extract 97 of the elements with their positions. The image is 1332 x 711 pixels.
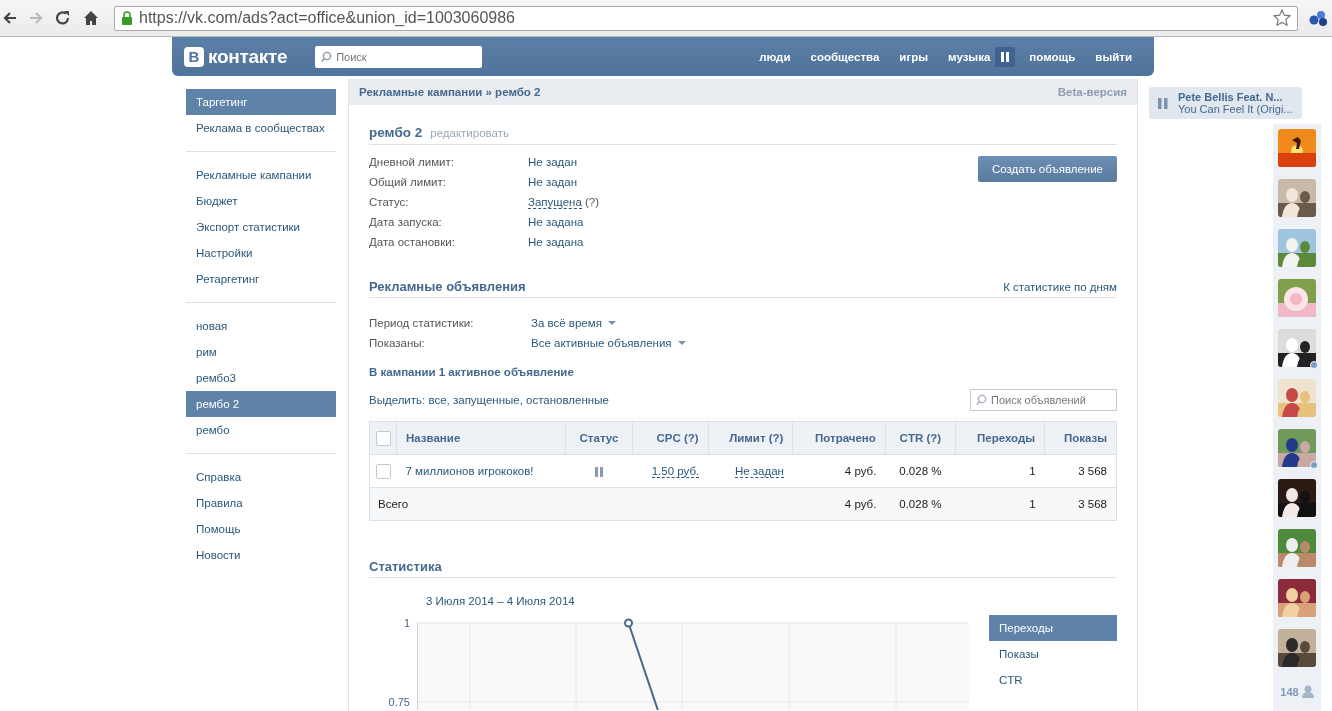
column-header[interactable]: Потрачено (792, 421, 886, 455)
nav-link[interactable]: игры (889, 50, 939, 63)
table-cell: 1 (1029, 498, 1036, 510)
sidebar-item[interactable]: Правила (186, 490, 336, 516)
search-icon (321, 50, 333, 63)
select-all-checkbox[interactable] (376, 430, 391, 446)
sidebar-item[interactable]: рембо3 (186, 365, 336, 391)
section-title: Статистика (369, 559, 442, 574)
table-cell: 3 568 (1078, 465, 1107, 477)
logo-text[interactable]: контакте (208, 45, 288, 68)
sidebar-item[interactable]: Новости (186, 542, 336, 568)
tick-label: 0.75 (388, 696, 410, 708)
reload-icon[interactable] (54, 9, 72, 27)
sidebar-item[interactable]: Бюджет (186, 188, 336, 214)
data-point (624, 618, 633, 628)
search-icon (976, 394, 987, 406)
table-cell: 1 (1029, 465, 1036, 477)
url-text: https://vk.com/ads?act=office&union_id=1003060986 (139, 9, 516, 27)
sidebar-item[interactable]: Помощь (186, 516, 336, 542)
field-label: Общий лимит: (369, 176, 447, 188)
sidebar-item[interactable]: рембо 2 (186, 391, 336, 417)
field-value: Не задан (528, 176, 578, 188)
column-header[interactable]: Название (396, 421, 566, 455)
lock-icon (121, 10, 133, 26)
field-value: Не задан (528, 156, 578, 168)
status-link[interactable]: Запущена (528, 196, 582, 209)
table-cell: 0.028 % (899, 498, 942, 510)
ad-name-link[interactable]: 7 миллионов игрококов! (405, 465, 534, 477)
sidebar-item[interactable]: Справка (186, 464, 336, 490)
table-cell: 4 руб. (844, 465, 877, 477)
metric-tab[interactable]: Переходы (989, 615, 1117, 641)
pause-icon (1001, 51, 1010, 62)
limit-link[interactable]: Не задан (734, 465, 784, 478)
filter-dropdown[interactable]: За всё время (531, 317, 616, 329)
filter-dropdown[interactable]: Все активные объявления (531, 337, 686, 349)
address-bar[interactable]: https://vk.com/ads?act=office&union_id=1003060986 (114, 5, 1298, 31)
search-field[interactable]: Поиск (315, 45, 483, 68)
tick-label: 1 (403, 617, 410, 629)
pause-icon[interactable] (1158, 97, 1168, 109)
column-header[interactable]: Показы (1044, 421, 1117, 455)
nav-link[interactable]: выйти (1085, 50, 1142, 63)
field-value: Не задана (528, 236, 584, 248)
home-icon[interactable] (82, 9, 100, 27)
date-range: 3 Июля 2014 – 4 Июля 2014 (426, 595, 576, 607)
pause-icon[interactable] (594, 466, 603, 477)
beta-label: Beta-версия (1057, 86, 1127, 98)
nav-link[interactable]: сообщества (800, 50, 890, 63)
breadcrumb: Рекламные кампании » рембо 2 (359, 86, 541, 98)
column-header[interactable]: Статус (565, 421, 633, 455)
column-header[interactable]: Переходы (955, 421, 1045, 455)
person-icon (1301, 685, 1314, 698)
logo-mark[interactable]: В (184, 46, 204, 67)
bookmark-star-icon[interactable] (1273, 9, 1291, 27)
track-title[interactable]: You Can Feel It (Origi... (1178, 103, 1293, 115)
sidebar-item[interactable]: рембо (186, 417, 336, 443)
stats-by-day-link[interactable]: К статистике по дням (1003, 281, 1117, 293)
music-control-button[interactable] (995, 46, 1016, 67)
sidebar-item[interactable]: Таргетинг (186, 89, 336, 115)
sidebar-item[interactable]: Ретаргетинг (186, 266, 336, 292)
nav-link[interactable]: люди (749, 50, 801, 63)
caret-icon (677, 341, 686, 345)
section-title: Рекламные объявления (369, 279, 526, 294)
total-label: Всего (378, 498, 409, 510)
sidebar-item[interactable]: новая (186, 313, 336, 339)
ads-count-heading: В кампании 1 активное объявление (369, 366, 575, 378)
table-cell: 4 руб. (844, 498, 877, 510)
field-label: Статус: (369, 196, 410, 208)
campaign-title: рембо 2 (369, 125, 423, 140)
sidebar-item[interactable]: Экспорт статистики (186, 214, 336, 240)
metric-tab[interactable]: CTR (989, 667, 1117, 693)
extension-icon[interactable] (1308, 9, 1328, 27)
sidebar-item[interactable]: рим (186, 339, 336, 365)
row-checkbox[interactable] (376, 463, 391, 479)
cpc-link[interactable]: 1.50 руб. (651, 465, 700, 478)
table-cell: 3 568 (1078, 498, 1107, 510)
table-cell: 0.028 % (899, 465, 942, 477)
sidebar-item[interactable]: Настройки (186, 240, 336, 266)
filter-label: Показаны: (369, 337, 426, 349)
search-field[interactable]: Поиск объявлений (970, 389, 1117, 411)
select-filter-text: Выделить: все, запущенные, остановленные (369, 394, 609, 406)
sidebar-item[interactable]: Рекламные кампании (186, 162, 336, 188)
metric-tab[interactable]: Показы (989, 641, 1117, 667)
filter-label: Период статистики: (369, 317, 475, 329)
help-mark[interactable]: (?) (581, 196, 600, 208)
column-header[interactable]: CTR (?) (885, 421, 956, 455)
sidebar-item[interactable]: Реклама в сообществах (186, 115, 336, 141)
caret-icon (607, 321, 616, 325)
field-label: Дата остановки: (369, 236, 456, 248)
nav-link[interactable]: музыка (938, 50, 996, 63)
field-value: Не задана (528, 216, 584, 228)
field-label: Дневной лимит: (369, 156, 455, 168)
track-artist[interactable]: Pete Bellis Feat. N... (1178, 91, 1293, 103)
field-label: Дата запуска: (369, 216, 443, 228)
column-header[interactable]: Лимит (?) (708, 421, 793, 455)
nav-link[interactable]: помощь (1019, 50, 1086, 63)
create-ad-button[interactable]: Создать объявление (978, 156, 1117, 182)
column-header[interactable]: CPC (?) (632, 421, 709, 455)
